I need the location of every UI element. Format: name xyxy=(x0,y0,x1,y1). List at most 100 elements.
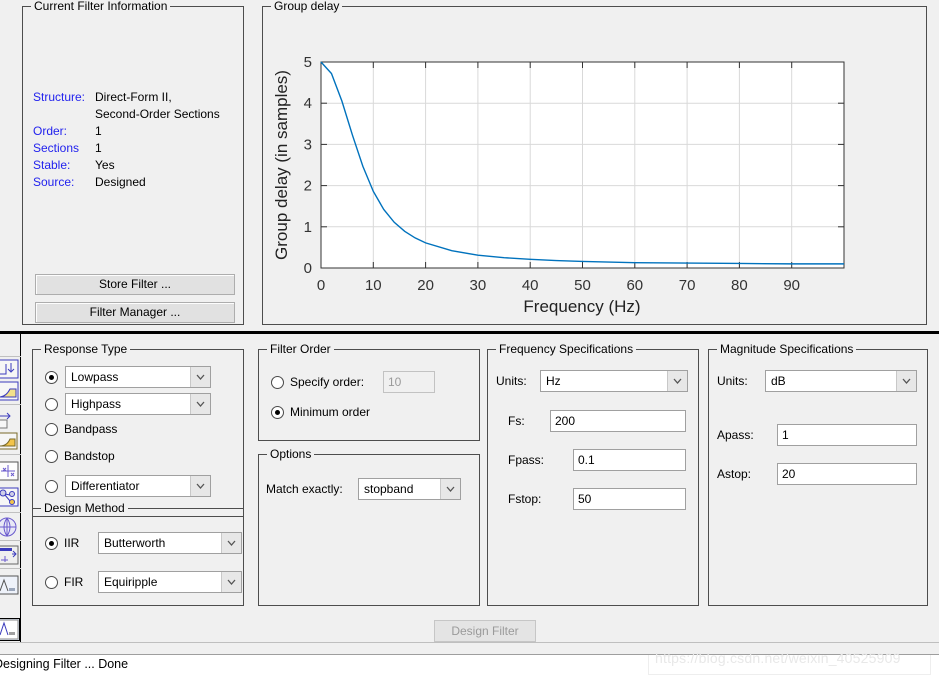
astop-value: 20 xyxy=(782,467,796,481)
fstop-label: Fstop: xyxy=(508,492,542,506)
chevron-down-icon[interactable] xyxy=(190,367,210,387)
specify-order-radio[interactable] xyxy=(271,375,284,389)
bandpass-radio[interactable] xyxy=(45,422,58,436)
svg-text:70: 70 xyxy=(679,277,696,294)
differentiator-combo-value: Differentiator xyxy=(71,479,140,493)
store-filter-button[interactable]: Store Filter ... xyxy=(35,274,235,295)
magnitude-specifications-panel: Magnitude Specifications Units: dB Apass… xyxy=(708,342,928,606)
response-type-title: Response Type xyxy=(41,342,131,356)
status-message: Designing Filter ... Done xyxy=(0,657,129,671)
fir-method-combo[interactable]: Equiripple xyxy=(98,571,242,593)
magnitude-units-label: Units: xyxy=(717,374,748,388)
group-delay-plot-panel: Group delay 0 10 20 30 40 50 60 70 80 90 012345 F… xyxy=(262,0,927,325)
group-delay-chart: 0 10 20 30 40 50 60 70 80 90 0 1 2 3 4 5 Frequency (Hz… xyxy=(272,54,845,316)
design-method-option-iir[interactable]: IIR Butterworth xyxy=(45,532,242,554)
filter-information-icon[interactable] xyxy=(0,516,20,538)
match-exactly-label: Match exactly: xyxy=(266,482,343,496)
filter-visualization-icon[interactable] xyxy=(0,618,20,641)
fir-method-value: Equiripple xyxy=(104,575,158,589)
astop-input[interactable]: 20 xyxy=(777,463,917,485)
match-exactly-row: Match exactly: stopband xyxy=(266,478,461,500)
chevron-down-icon[interactable] xyxy=(190,476,210,496)
fir-label: FIR xyxy=(64,575,84,589)
design-method-option-fir[interactable]: FIR Equiripple xyxy=(45,571,242,593)
chevron-down-icon[interactable] xyxy=(190,394,210,414)
chevron-down-icon[interactable] xyxy=(440,479,460,499)
iir-radio[interactable] xyxy=(45,536,58,550)
svg-text:50: 50 xyxy=(574,277,591,294)
differentiator-radio[interactable] xyxy=(45,479,58,493)
fstop-input[interactable]: 50 xyxy=(573,488,686,510)
highpass-radio[interactable] xyxy=(45,397,58,411)
magnitude-response-icon[interactable] xyxy=(0,358,20,380)
svg-text:30: 30 xyxy=(470,277,487,294)
apass-input[interactable]: 1 xyxy=(777,424,917,446)
match-exactly-combo[interactable]: stopband xyxy=(358,478,461,500)
filter-coefficients-icon[interactable] xyxy=(0,486,20,508)
svg-text:20: 20 xyxy=(417,277,434,294)
filter-info-row-structure: Structure: Direct-Form II, xyxy=(33,89,238,106)
current-filter-information-panel: Current Filter Information Structure: Di… xyxy=(22,0,244,325)
svg-text:40: 40 xyxy=(522,277,539,294)
specify-order-input[interactable]: 10 xyxy=(383,371,435,393)
response-type-option-differentiator[interactable]: Differentiator xyxy=(45,475,211,497)
group-delay-icon[interactable] xyxy=(0,408,20,430)
fstop-row: Fstop: 50 xyxy=(508,488,686,510)
filter-info-row-source: Source: Designed xyxy=(33,174,238,191)
structure-value-line2: Second-Order Sections xyxy=(95,107,220,121)
chevron-down-icon[interactable] xyxy=(896,371,916,391)
fir-radio[interactable] xyxy=(45,575,58,589)
options-title: Options xyxy=(267,447,315,461)
filter-order-minimum-row[interactable]: Minimum order xyxy=(271,405,370,419)
iir-method-combo[interactable]: Butterworth xyxy=(98,532,242,554)
minimum-order-radio[interactable] xyxy=(271,405,284,419)
design-filter-button[interactable]: Design Filter xyxy=(434,620,536,642)
phase-response-icon[interactable] xyxy=(0,380,20,402)
pole-zero-plot-icon[interactable] xyxy=(0,460,20,482)
specify-order-value: 10 xyxy=(388,375,402,389)
highpass-combo[interactable]: Highpass xyxy=(65,393,211,415)
fs-label: Fs: xyxy=(508,414,525,428)
response-type-option-highpass[interactable]: Highpass xyxy=(45,393,211,415)
lowpass-radio[interactable] xyxy=(45,370,58,384)
bandpass-label: Bandpass xyxy=(64,422,118,436)
fpass-row: Fpass: 0.1 xyxy=(508,449,686,471)
magnitude-units-combo[interactable]: dB xyxy=(765,370,917,392)
magnitude-phase-icon[interactable] xyxy=(0,544,20,566)
specify-order-label: Specify order: xyxy=(290,375,365,389)
fpass-input[interactable]: 0.1 xyxy=(573,449,686,471)
source-value: Designed xyxy=(95,175,146,189)
frequency-spec-title: Frequency Specifications xyxy=(496,342,637,356)
lowpass-combo[interactable]: Lowpass xyxy=(65,366,211,388)
svg-text:80: 80 xyxy=(731,277,748,294)
watermark-text: https://blog.csdn.net/weixin_40525909 xyxy=(655,650,901,666)
options-panel: Options Match exactly: stopband xyxy=(258,447,480,606)
stable-label: Stable: xyxy=(33,158,71,172)
filter-order-panel: Filter Order Specify order: 10 Minimum o… xyxy=(258,342,480,441)
filter-info-list: Structure: Direct-Form II, Second-Order … xyxy=(33,89,238,191)
fs-input[interactable]: 200 xyxy=(550,410,686,432)
svg-text:90: 90 xyxy=(783,277,800,294)
svg-text:Frequency (Hz): Frequency (Hz) xyxy=(523,297,640,316)
apass-row: Apass: 1 xyxy=(717,424,917,446)
chevron-down-icon[interactable] xyxy=(221,533,241,553)
response-type-option-lowpass[interactable]: Lowpass xyxy=(45,366,211,388)
step-response-icon[interactable] xyxy=(0,574,20,596)
filter-manager-label: Filter Manager ... xyxy=(89,305,181,319)
frequency-units-label: Units: xyxy=(496,374,527,388)
frequency-units-combo[interactable]: Hz xyxy=(540,370,688,392)
astop-label: Astop: xyxy=(717,467,752,481)
response-type-option-bandpass[interactable]: Bandpass xyxy=(45,422,117,436)
chevron-down-icon[interactable] xyxy=(221,572,241,592)
magnitude-units-value: dB xyxy=(771,374,786,388)
response-type-option-bandstop[interactable]: Bandstop xyxy=(45,449,115,463)
stable-value: Yes xyxy=(95,158,115,172)
structure-value: Direct-Form II, xyxy=(95,90,172,104)
chevron-down-icon[interactable] xyxy=(667,371,687,391)
differentiator-combo[interactable]: Differentiator xyxy=(65,475,211,497)
filter-order-specify-row[interactable]: Specify order: 10 xyxy=(271,371,435,393)
bandstop-radio[interactable] xyxy=(45,449,58,463)
apass-label: Apass: xyxy=(717,428,754,442)
filter-manager-button[interactable]: Filter Manager ... xyxy=(35,302,235,323)
impulse-response-icon[interactable] xyxy=(0,430,20,452)
